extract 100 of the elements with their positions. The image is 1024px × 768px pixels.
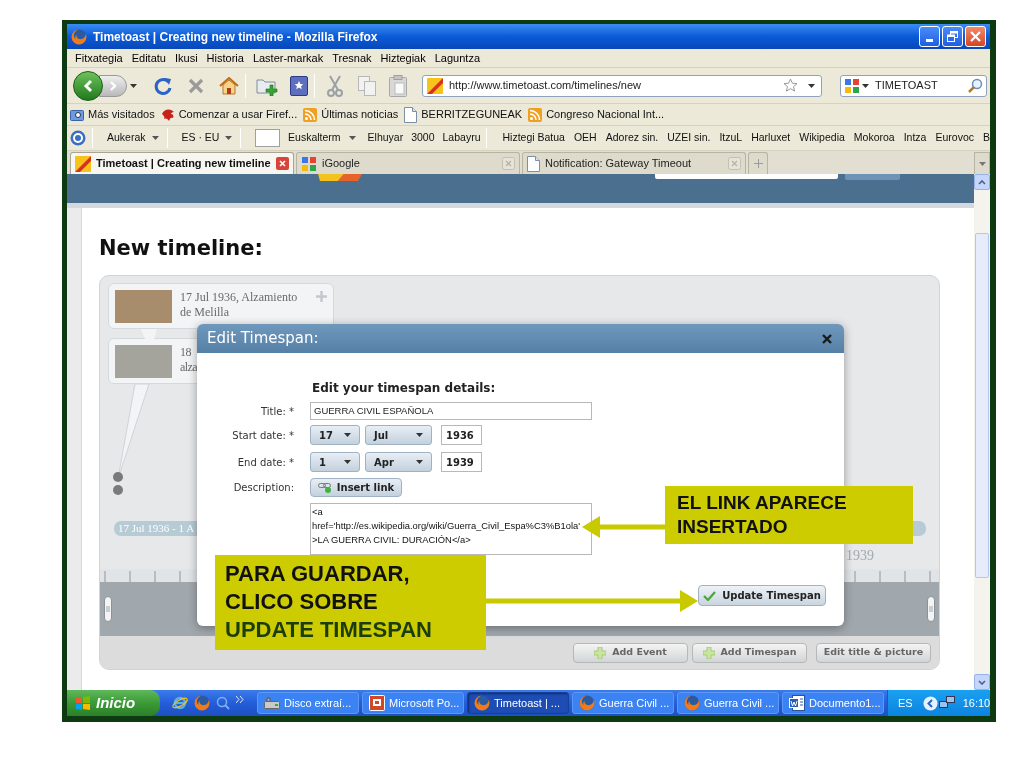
menu-item[interactable]: Fitxategia [75, 49, 123, 67]
back-button[interactable] [73, 70, 103, 101]
menu-item[interactable]: Hiztegiak [380, 49, 426, 67]
bookmarks-icon[interactable] [290, 75, 308, 96]
dictionary-link[interactable]: Adorez sin. [605, 130, 659, 146]
firefox-icon[interactable] [194, 695, 210, 711]
tab-list-button[interactable] [974, 152, 990, 174]
insert-link-button[interactable]: Insert link [310, 478, 402, 497]
taskbar-button[interactable]: Guerra Civil ... [677, 692, 779, 714]
menu-item[interactable]: Laster-markak [252, 49, 324, 67]
bookmark-link[interactable]: Más visitados [88, 106, 155, 123]
event-title: 17 Jul 1936, Alzamiento de Melilla [180, 290, 298, 320]
title-input[interactable]: GUERRA CIVIL ESPAÑOLA [310, 402, 592, 420]
dictionary-link[interactable]: Euskalterm [288, 130, 341, 146]
close-button[interactable] [965, 26, 986, 47]
bookmark-link[interactable]: Últimas noticias [321, 106, 399, 123]
dictionary-search-field[interactable] [255, 129, 281, 147]
caret-icon [130, 83, 137, 88]
chevron-down-icon [978, 679, 986, 685]
reload-icon[interactable] [153, 75, 173, 96]
dictionary-link[interactable]: ItzuL [719, 130, 743, 146]
scroll-thumb[interactable] [975, 233, 989, 578]
menu-item[interactable]: Laguntza [434, 49, 480, 67]
day-select[interactable]: 1 [310, 452, 360, 472]
menu-item[interactable]: Editatu [131, 49, 166, 67]
close-tab-icon[interactable] [276, 157, 289, 170]
timeline-action-button[interactable]: Edit title & picture [816, 642, 931, 663]
start-button[interactable]: Inicio [67, 690, 160, 716]
new-tab-button[interactable] [748, 152, 768, 174]
scroll-up-button[interactable] [974, 174, 990, 190]
bookmark-link[interactable]: BERRITZEGUNEAK [421, 106, 523, 123]
timetoast-favicon-icon [427, 77, 443, 94]
menu-item[interactable]: Tresnak [332, 49, 372, 67]
dictionary-link[interactable]: Elhuyar [367, 130, 404, 146]
drive-icon [264, 696, 280, 710]
paste-icon[interactable] [389, 74, 407, 97]
drag-handle[interactable] [104, 596, 112, 622]
close-icon[interactable] [822, 333, 832, 344]
dictionary-link[interactable]: B [983, 130, 990, 146]
browser-tab[interactable]: Notification: Gateway Timeout [522, 152, 746, 174]
form-heading: Edit your timespan details: [312, 381, 496, 395]
dictionary-link[interactable]: Harluxet [751, 130, 791, 146]
stop-icon[interactable] [187, 76, 205, 95]
browser-tab[interactable]: Timetoast | Creating new timeline [70, 152, 294, 174]
timeline-action-button[interactable]: Add Timespan [692, 642, 807, 663]
dictionary-link[interactable]: 3000 [411, 130, 435, 146]
dictionary-link[interactable]: UZEI sin. [667, 130, 711, 146]
description-textarea[interactable]: <a href='http://es.wikipedia.org/wiki/Guerra_Civil_Espa%C3%B1ola' >LA GUERRA CIVIL: DURACIÓN</a> [310, 503, 592, 555]
dictionary-link[interactable]: Intza [903, 130, 927, 146]
taskbar-button[interactable]: Microsoft Po... [362, 692, 464, 714]
check-icon [703, 590, 717, 601]
copy-icon[interactable] [358, 75, 376, 96]
scroll-down-button[interactable] [974, 674, 990, 690]
forward-button[interactable] [99, 74, 127, 97]
year-input[interactable]: 1939 [441, 452, 482, 472]
timeline-action-button[interactable]: Add Event [573, 642, 688, 663]
dialog-title: Edit Timespan: [207, 328, 319, 350]
chevron-right-icon [109, 79, 117, 92]
taskbar-button[interactable]: Guerra Civil ... [572, 692, 674, 714]
header-search-field[interactable] [655, 174, 838, 179]
dictionary-link[interactable]: Mokoroa [853, 130, 895, 146]
address-bar[interactable]: http://www.timetoast.com/timelines/new [422, 74, 822, 97]
browser-tab[interactable]: iGoogle [296, 152, 520, 174]
update-timespan-button[interactable]: Update Timespan [698, 585, 826, 606]
drag-handle[interactable] [927, 596, 935, 622]
dictionary-link[interactable]: Eurovoc [935, 130, 974, 146]
network-icon[interactable] [938, 696, 955, 710]
rss-icon [528, 107, 543, 122]
dropdown-menu[interactable]: ES · EU [179, 130, 235, 146]
taskbar-button[interactable]: Disco extraí... [257, 692, 359, 714]
dictionary-link[interactable]: OEH [573, 130, 597, 146]
star-icon[interactable] [783, 78, 798, 93]
dragon-icon [160, 107, 175, 122]
day-select[interactable]: 17 [310, 425, 360, 445]
dictionary-link[interactable]: Hiztegi Batua [502, 130, 565, 146]
menu-item[interactable]: Historia [206, 49, 244, 67]
search-icon[interactable] [968, 78, 983, 93]
search-field[interactable]: TIMETOAST [840, 74, 987, 97]
scissors-icon[interactable] [325, 74, 345, 97]
dictionary-link[interactable]: Wikipedia [799, 130, 845, 146]
dropdown-menu[interactable]: Aukerak [105, 130, 161, 146]
chevron-left-icon[interactable] [922, 695, 938, 711]
minimize-button[interactable] [919, 26, 940, 47]
search-icon[interactable] [216, 696, 230, 710]
taskbar-button[interactable]: Documento1... [782, 692, 884, 714]
bookmark-link[interactable]: Comenzar a usar Firef... [178, 106, 298, 123]
month-select[interactable]: Jul [365, 425, 432, 445]
browser-icon[interactable] [172, 695, 188, 711]
year-input[interactable]: 1936 [441, 425, 482, 445]
month-select[interactable]: Apr [365, 452, 432, 472]
dictionary-link[interactable]: Labayru [442, 130, 481, 146]
taskbar-button[interactable]: Timetoast | ... [467, 692, 569, 714]
firefox-icon [579, 695, 595, 711]
help-icon[interactable] [70, 130, 86, 146]
restore-button[interactable] [942, 26, 963, 47]
event-card[interactable]: 17 Jul 1936, Alzamiento de Melilla [108, 283, 334, 329]
home-icon[interactable] [219, 76, 239, 95]
chevron-right-icon[interactable] [236, 695, 244, 703]
menu-item[interactable]: Ikusi [174, 49, 198, 67]
bookmark-link[interactable]: Congreso Nacional Int... [546, 106, 665, 123]
